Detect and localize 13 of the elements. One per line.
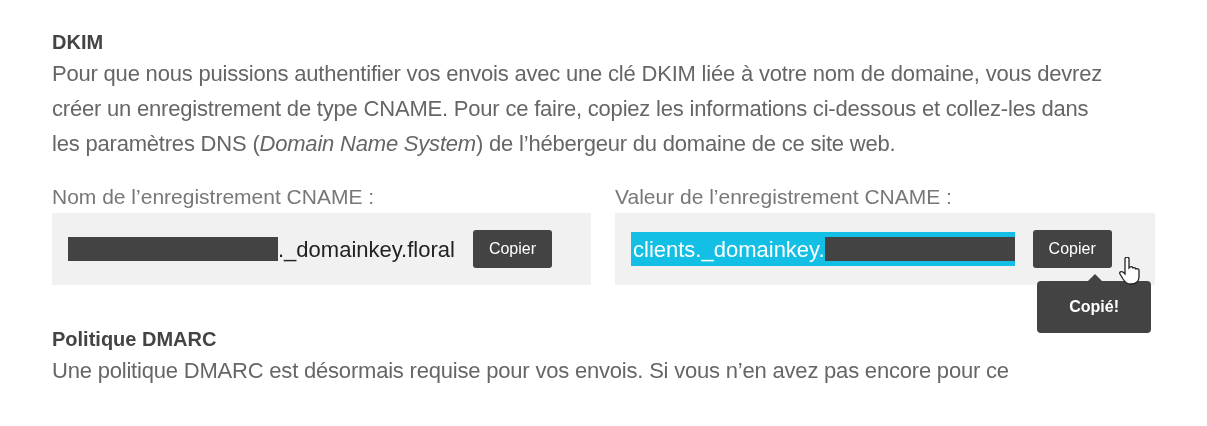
tooltip-arrow — [1088, 274, 1102, 281]
field-value: ._domainkey.floral — [68, 232, 455, 266]
copy-button[interactable]: Copier — [1032, 230, 1112, 268]
section-heading: Politique DMARC — [52, 327, 218, 352]
section-heading: DKIM — [52, 30, 105, 55]
hand-cursor-icon — [1119, 257, 1141, 285]
paragraph: Pour que nous puissions authentifier vos envois avec une clé DKIM liée à votre nom de domaine, vous devrez créer un enregistrement de type CNAME. Pour ce faire, copiez les informations ci-dessous et collez-les dans les paramètres DNS (Domain Name System) de l’hébergeur du domaine de ce site web. — [52, 60, 1104, 158]
tooltip: Copié! — [1037, 281, 1151, 333]
copy-button[interactable]: Copier — [472, 230, 553, 268]
field-value: clients._domainkey. — [631, 232, 1015, 266]
paragraph: Une politique DMARC est désormais requise pour vos envois. Si vous n’en avez pas encore pour ce — [52, 357, 1010, 385]
field-label: Nom de l’enregistrement CNAME : — [52, 184, 376, 210]
field-label: Valeur de l’enregistrement CNAME : — [615, 184, 953, 210]
